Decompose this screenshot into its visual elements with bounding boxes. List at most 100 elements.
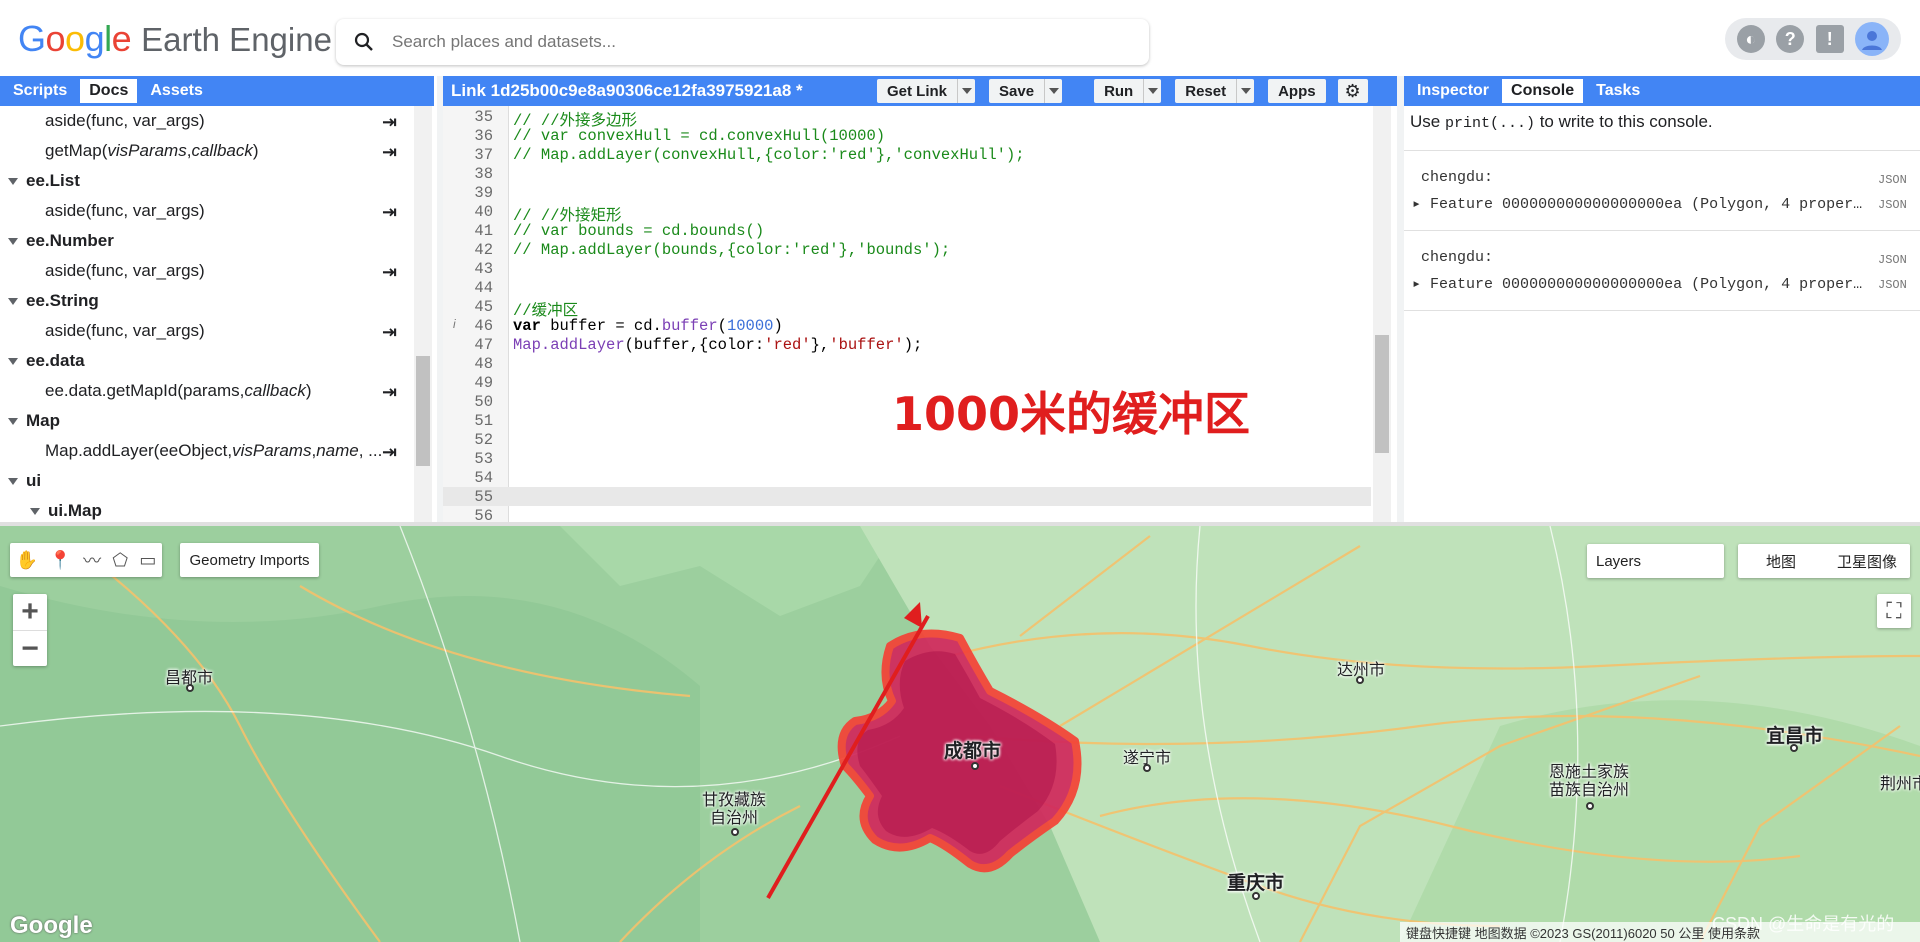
json-link[interactable]: JSON (1878, 198, 1907, 212)
doc-item[interactable]: aside(func, var_args) ⇥ (0, 316, 434, 346)
code-editor[interactable]: 35 36 37 38 39 40 41 42 43 44 45 46 47 4… (443, 106, 1401, 522)
geometry-imports-button[interactable]: Geometry Imports (180, 543, 319, 577)
doc-subgroup[interactable]: ui.Map (0, 496, 434, 522)
line-number: 40 (474, 203, 493, 221)
save-button[interactable]: Save (989, 79, 1063, 103)
doc-item[interactable]: ee.data.getMapId(params, callback) ⇥ (0, 376, 434, 406)
map-type-satellite[interactable]: 卫星图像 (1824, 551, 1910, 572)
annotation-label: 1000米的缓冲区 (892, 387, 1251, 441)
insert-arrow-icon[interactable]: ⇥ (382, 442, 397, 463)
insert-arrow-icon[interactable]: ⇥ (382, 112, 397, 133)
line-number: 54 (474, 469, 493, 487)
chevron-down-icon[interactable] (1044, 79, 1062, 103)
doc-group[interactable]: ee.Number (0, 226, 434, 256)
apps-button[interactable]: Apps (1268, 79, 1326, 103)
tab-console[interactable]: Console (1502, 79, 1584, 103)
code-line: var buffer = cd.buffer(10000) (513, 317, 783, 335)
info-marker-icon[interactable]: i (453, 317, 456, 331)
rectangle-draw-icon[interactable]: ▭ (139, 550, 156, 571)
doc-group[interactable]: ee.List (0, 166, 434, 196)
doc-item[interactable]: getMap(visParams, callback) ⇥ (0, 136, 434, 166)
hand-icon[interactable]: ✋ (16, 550, 38, 571)
code-line: // Map.addLayer(bounds,{color:'red'},'bo… (513, 241, 951, 259)
google-map-logo: Google (10, 912, 93, 939)
theme-icon[interactable]: ◐ (1736, 25, 1765, 53)
left-panel-tabs: Scripts Docs Assets (0, 76, 434, 106)
json-link[interactable]: JSON (1878, 278, 1907, 292)
avatar[interactable] (1855, 22, 1890, 56)
line-number: 50 (474, 393, 493, 411)
zoom-out-button[interactable]: − (13, 630, 47, 666)
tab-assets[interactable]: Assets (141, 79, 211, 103)
code-scroll-thumb[interactable] (1375, 335, 1389, 453)
feature-expander[interactable]: ▸ Feature 000000000000000000ea (Polygon,… (1412, 194, 1862, 213)
help-icon[interactable]: ? (1776, 25, 1805, 53)
layers-button[interactable]: Layers (1587, 544, 1724, 578)
map-attribution[interactable]: 键盘快捷键 地图数据 ©2023 GS(2011)6020 50 公里 使用条款 (1400, 922, 1920, 942)
chevron-down-icon[interactable] (1236, 79, 1254, 103)
map-basemap (0, 526, 1920, 942)
docs-scroll-thumb[interactable] (416, 356, 430, 466)
insert-arrow-icon[interactable]: ⇥ (382, 322, 397, 343)
city-marker-icon (1356, 676, 1364, 684)
run-button[interactable]: Run (1094, 79, 1162, 103)
doc-item[interactable]: Map.addLayer(eeObject, visParams, name, … (0, 436, 434, 466)
insert-arrow-icon[interactable]: ⇥ (382, 262, 397, 283)
line-number: 52 (474, 431, 493, 449)
insert-arrow-icon[interactable]: ⇥ (382, 202, 397, 223)
json-link[interactable]: JSON (1878, 173, 1907, 187)
earth-engine-logo[interactable]: Google Earth Engine (18, 18, 332, 62)
doc-item[interactable]: aside(func, var_args) ⇥ (0, 106, 434, 136)
tab-scripts[interactable]: Scripts (4, 79, 76, 103)
product-name: Earth Engine (141, 21, 332, 58)
get-link-button[interactable]: Get Link (877, 79, 976, 103)
code-line: // var convexHull = cd.convexHull(10000) (513, 127, 886, 145)
line-number: 39 (474, 184, 493, 202)
line-number: 53 (474, 450, 493, 468)
script-title[interactable]: Link 1d25b00c9e8a90306ce12fa3975921a8 * (451, 81, 871, 101)
line-number: 44 (474, 279, 493, 297)
console-hint: Use print(...) to write to this console. (1410, 112, 1713, 132)
console-panel: Use print(...) to write to this console.… (1404, 106, 1920, 522)
doc-group[interactable]: ee.String (0, 286, 434, 316)
feedback-icon[interactable]: ! (1815, 25, 1844, 53)
search-input[interactable] (392, 32, 1092, 52)
doc-item[interactable]: aside(func, var_args) ⇥ (0, 196, 434, 226)
chevron-down-icon[interactable] (957, 79, 975, 103)
line-number: 55 (474, 488, 493, 506)
code-line: Map.addLayer(buffer,{color:'red'},'buffe… (513, 336, 923, 354)
doc-group[interactable]: ee.data (0, 346, 434, 376)
map-canvas[interactable]: 成都市 昌都市 达州市 遂宁市 甘孜藏族 自治州 重庆市 宜昌市 恩施土家族 苗… (0, 526, 1920, 942)
chevron-down-icon[interactable] (1143, 79, 1161, 103)
insert-arrow-icon[interactable]: ⇥ (382, 382, 397, 403)
feature-expander[interactable]: ▸ Feature 000000000000000000ea (Polygon,… (1412, 274, 1862, 293)
tab-tasks[interactable]: Tasks (1587, 79, 1649, 103)
city-label: 荆州市 (1880, 776, 1920, 793)
reset-button[interactable]: Reset (1175, 79, 1255, 103)
map-type-control: 地图 卫星图像 (1738, 544, 1910, 578)
fullscreen-icon[interactable]: ⛶ (1877, 594, 1911, 628)
insert-arrow-icon[interactable]: ⇥ (382, 142, 397, 163)
line-number: 47 (474, 336, 493, 354)
zoom-in-button[interactable]: + (13, 594, 47, 630)
city-label: 重庆市 (1227, 873, 1285, 894)
map-type-map[interactable]: 地图 (1738, 551, 1824, 572)
gear-icon[interactable]: ⚙ (1337, 79, 1368, 103)
line-number: 46 (474, 317, 493, 335)
doc-group[interactable]: ui (0, 466, 434, 496)
city-label: 恩施土家族 苗族自治州 (1549, 764, 1630, 799)
doc-item[interactable]: aside(func, var_args) ⇥ (0, 256, 434, 286)
doc-group[interactable]: Map (0, 406, 434, 436)
search-bar[interactable] (336, 19, 1149, 65)
tab-inspector[interactable]: Inspector (1408, 79, 1498, 103)
line-draw-icon[interactable]: 〰 (83, 547, 101, 573)
json-link[interactable]: JSON (1878, 253, 1907, 267)
expand-triangle-icon (8, 237, 18, 245)
right-splitter[interactable] (1397, 76, 1404, 522)
point-marker-icon[interactable]: 📍 (49, 550, 71, 571)
city-label: 甘孜藏族 自治州 (702, 792, 767, 827)
polygon-draw-icon[interactable]: ⬠ (112, 550, 128, 571)
tab-docs[interactable]: Docs (80, 79, 138, 103)
code-scrollbar[interactable] (1373, 106, 1391, 522)
code-line: // var bounds = cd.bounds() (513, 222, 765, 240)
